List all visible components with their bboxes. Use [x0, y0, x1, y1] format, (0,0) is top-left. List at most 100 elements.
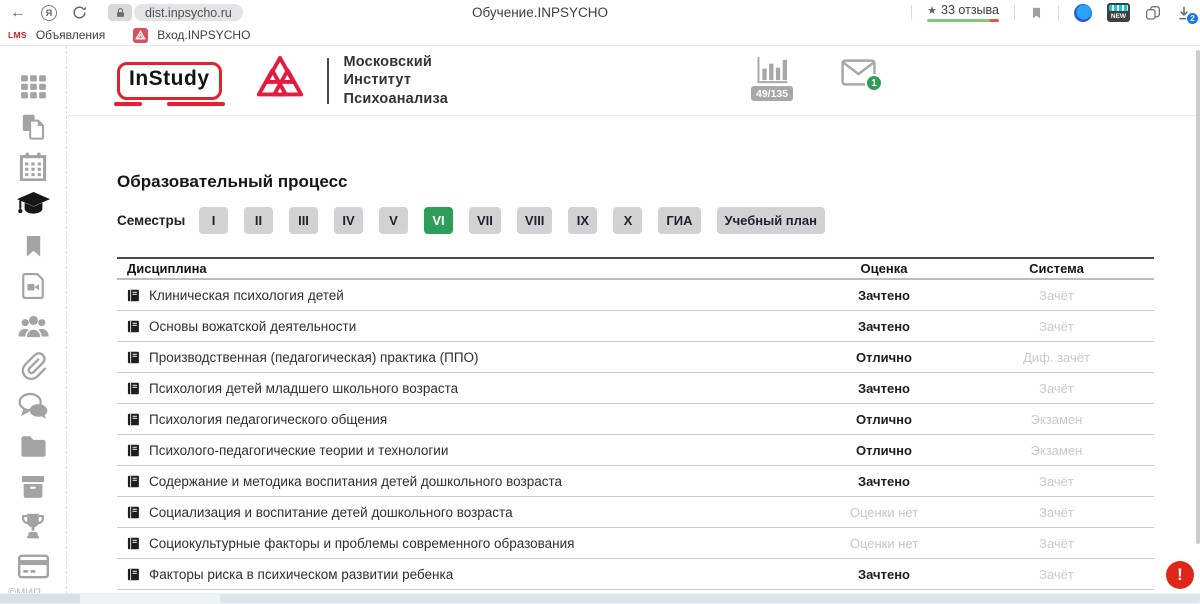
new-extension-icon[interactable]: NEW [1107, 3, 1130, 22]
downloads-count-badge: 2 [1186, 12, 1199, 25]
progress-widget[interactable]: 49/135 [751, 56, 793, 101]
bookmark-icon [22, 233, 45, 259]
discipline-name: Клиническая психология детей [149, 288, 344, 303]
semester-tab-II[interactable]: II [244, 207, 273, 234]
semester-tab-IX[interactable]: IX [568, 207, 597, 234]
sidebar-item-documents[interactable] [16, 111, 50, 141]
sidebar-item-calendar[interactable] [16, 151, 50, 181]
semester-tab-VI[interactable]: VI [424, 207, 453, 234]
system-value: Экзамен [959, 443, 1154, 458]
semester-tab-Учебный-план[interactable]: Учебный план [717, 207, 825, 234]
sidebar-item-group[interactable] [16, 311, 50, 341]
sidebar-item-attachment[interactable] [16, 351, 50, 381]
lms-favicon: LMS [8, 30, 27, 40]
sidebar-item-achievements[interactable] [16, 511, 50, 541]
vertical-scrollbar-thumb[interactable] [1196, 50, 1200, 544]
mail-widget[interactable]: 1 [841, 59, 876, 86]
address-bar[interactable]: dist.inpsycho.ru [134, 4, 243, 21]
col-header-discipline: Дисциплина [117, 261, 809, 276]
instudy-logo[interactable]: InStudy [117, 62, 222, 100]
toolbar-divider [1058, 5, 1059, 20]
bookmark-page-icon[interactable] [1030, 6, 1043, 20]
system-value: Экзамен [959, 412, 1154, 427]
book-icon [127, 444, 140, 457]
apps-grid-icon [20, 73, 47, 100]
semester-tab-VII[interactable]: VII [469, 207, 501, 234]
semester-tab-VIII[interactable]: VIII [517, 207, 553, 234]
discipline-name: Основы вожатской деятельности [149, 319, 356, 334]
site-reviews[interactable]: ★ 33 отзыва [927, 3, 999, 22]
bookmark-announcements[interactable]: Объявления [36, 28, 105, 42]
reload-icon[interactable] [72, 5, 87, 20]
achievements-icon [19, 511, 47, 541]
attachment-icon [19, 352, 47, 381]
group-icon [18, 313, 49, 340]
semester-buttons: IIIIIIIVVVIVIIVIIIIXXГИАУчебный план [199, 207, 825, 234]
table-row[interactable]: Основы вожатской деятельностиЗачтеноЗачё… [117, 311, 1154, 342]
table-row[interactable]: Факторы риска в психическом развитии реб… [117, 559, 1154, 590]
toolbar-divider [911, 5, 912, 20]
institute-name: Московский Институт Психоанализа [344, 53, 448, 107]
semester-tab-V[interactable]: V [379, 207, 408, 234]
system-value: Зачёт [959, 567, 1154, 582]
book-icon [127, 351, 140, 364]
semester-tab-I[interactable]: I [199, 207, 228, 234]
semester-tab-III[interactable]: III [289, 207, 318, 234]
table-row[interactable]: Психология педагогического общения Отличн… [117, 404, 1154, 435]
grade-value: Оценки нет [809, 505, 959, 520]
horizontal-scrollbar-thumb[interactable] [220, 594, 1200, 603]
table-row[interactable]: Психолого-педагогические теории и технол… [117, 435, 1154, 466]
book-icon [127, 413, 140, 426]
alert-notification-button[interactable]: ! [1166, 561, 1194, 589]
table-row[interactable]: Производственная (педагогическая) практи… [117, 342, 1154, 373]
downloads-button[interactable]: 2 [1176, 5, 1192, 21]
sidebar-item-apps-grid[interactable] [16, 71, 50, 101]
sidebar-nav: ©МИП [0, 46, 67, 604]
semester-tab-X[interactable]: X [613, 207, 642, 234]
semester-tab-ГИА[interactable]: ГИА [658, 207, 700, 234]
mip-triangle-logo[interactable] [252, 55, 308, 107]
bookmark-login[interactable]: Вход.INPSYCHO [157, 28, 250, 42]
table-row[interactable]: Содержание и методика воспитания детей д… [117, 466, 1154, 497]
book-icon [127, 568, 140, 581]
sidebar-item-education[interactable] [16, 191, 50, 221]
stats-chart-icon [754, 56, 790, 85]
discipline-name: Психология педагогического общения [149, 412, 387, 427]
system-value: Диф. зачёт [959, 350, 1154, 365]
horizontal-scrollbar-corner [0, 594, 80, 603]
sidebar-item-archive[interactable] [16, 471, 50, 501]
yandex-icon[interactable]: Я [41, 5, 57, 21]
sidebar-item-files[interactable] [16, 431, 50, 461]
table-row[interactable]: Социализация и воспитание детей дошкольн… [117, 497, 1154, 528]
system-value: Зачёт [959, 505, 1154, 520]
book-icon [127, 506, 140, 519]
system-value: Зачёт [959, 381, 1154, 396]
semester-tab-IV[interactable]: IV [334, 207, 363, 234]
sidebar-item-video-materials[interactable] [16, 271, 50, 301]
sidebar-item-messages[interactable] [16, 391, 50, 421]
browser-profile-avatar[interactable] [1074, 4, 1092, 22]
vertical-scrollbar[interactable] [1195, 46, 1200, 593]
messages-icon [18, 392, 49, 420]
table-row[interactable]: Социокультурные факторы и проблемы совре… [117, 528, 1154, 559]
grade-value: Зачтено [809, 288, 959, 303]
system-value: Зачёт [959, 474, 1154, 489]
book-icon [127, 289, 140, 302]
collections-icon[interactable] [1145, 5, 1161, 21]
back-icon[interactable]: ← [10, 5, 26, 21]
table-row[interactable]: Психология детей младшего школьного возр… [117, 373, 1154, 404]
disciplines-table-body: Клиническая психология детейЗачтеноЗачёт… [117, 280, 1154, 590]
payments-icon [18, 554, 49, 579]
video-materials-icon [20, 272, 46, 300]
reviews-count: 33 отзыва [941, 3, 999, 17]
sidebar-item-bookmark[interactable] [16, 231, 50, 261]
book-icon [127, 320, 140, 333]
col-header-system: Система [959, 261, 1154, 276]
ssl-lock-icon[interactable] [108, 4, 132, 21]
grade-value: Зачтено [809, 474, 959, 489]
sidebar-item-payments[interactable] [16, 551, 50, 581]
mail-unread-badge: 1 [865, 74, 883, 92]
grade-value: Отлично [809, 412, 959, 427]
horizontal-scrollbar[interactable] [0, 593, 1200, 604]
table-row[interactable]: Клиническая психология детейЗачтеноЗачёт [117, 280, 1154, 311]
